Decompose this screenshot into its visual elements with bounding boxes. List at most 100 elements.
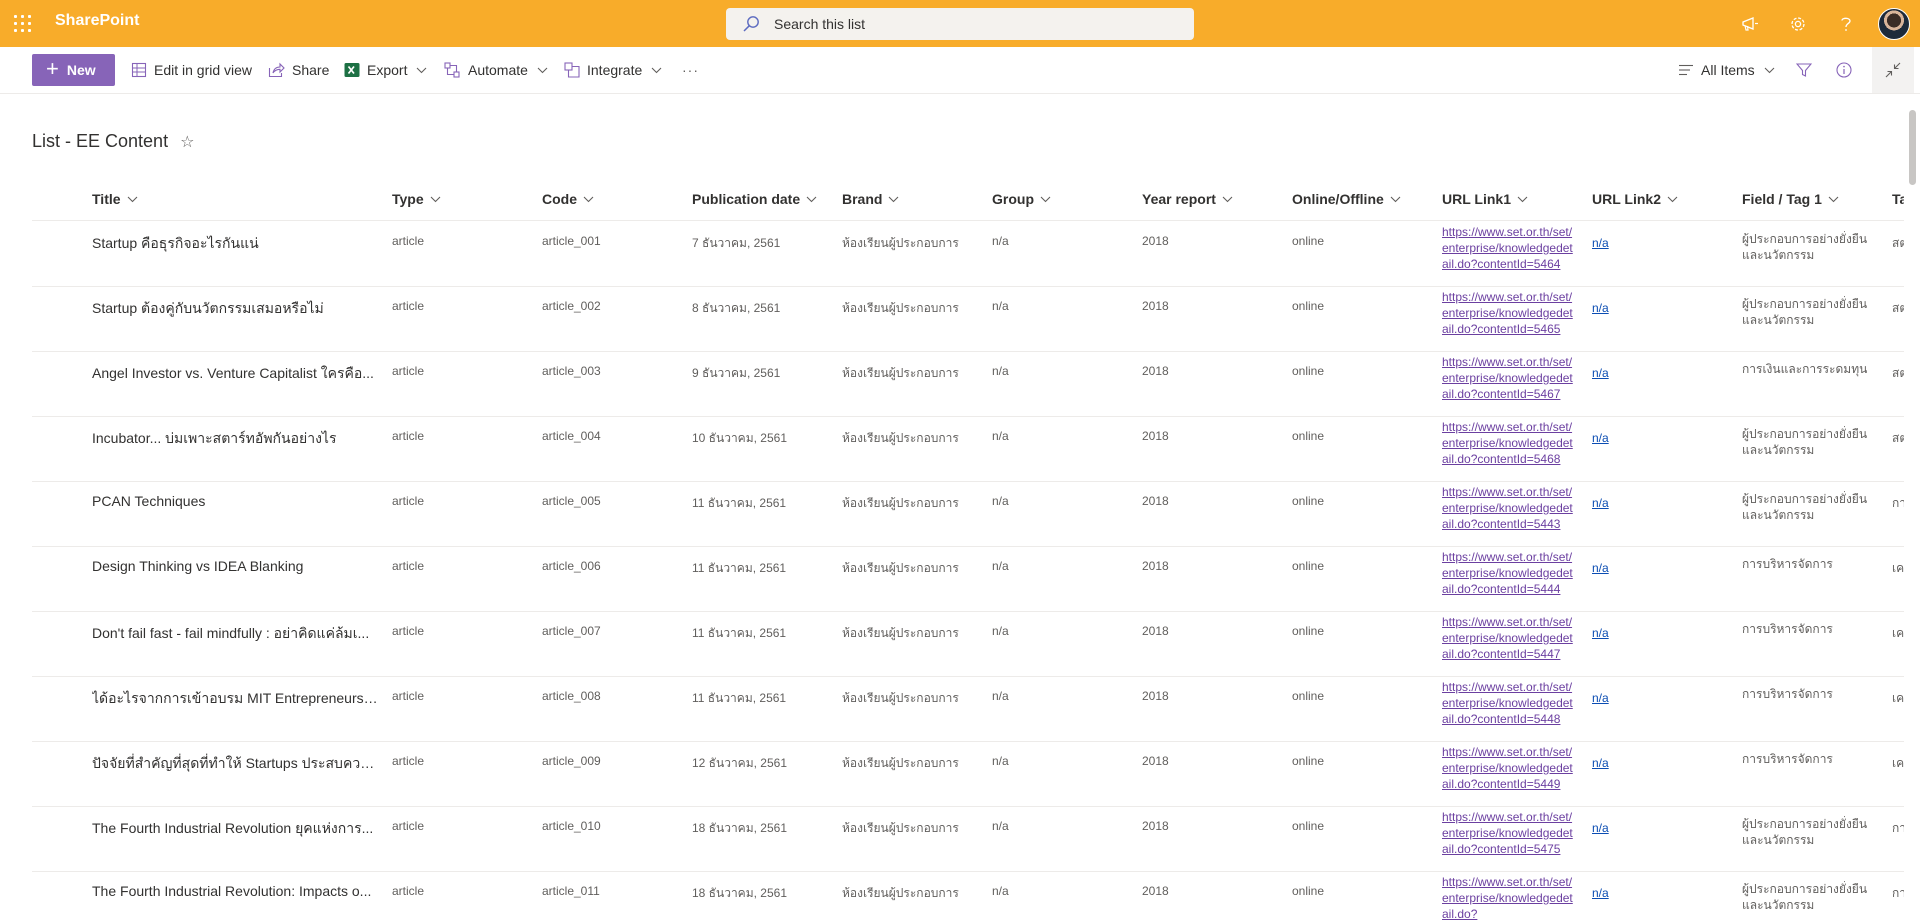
cell-title[interactable]: PCAN Techniques — [92, 493, 378, 509]
cell-group: n/a — [992, 689, 1009, 703]
table-row[interactable]: ปัจจัยที่สำคัญที่สุดที่ทำให้ Startups ปร… — [32, 741, 1904, 807]
column-header-field-tag-1[interactable]: Field / Tag 1 — [1742, 178, 1839, 220]
cell-url-link1[interactable]: https://www.set.or.th/set/enterprise/kno… — [1442, 614, 1576, 662]
cell-url-link2[interactable]: n/a — [1592, 626, 1609, 640]
cell-url-link2[interactable]: n/a — [1592, 366, 1609, 380]
table-row[interactable]: Design Thinking vs IDEA Blanking article a… — [32, 546, 1904, 612]
view-selector[interactable]: All Items — [1678, 54, 1775, 86]
cell-type: article — [392, 494, 425, 508]
integrate-button[interactable]: Integrate — [564, 54, 662, 86]
new-button[interactable]: + New — [32, 54, 115, 86]
chevron-down-icon — [1828, 196, 1839, 203]
cell-online-offline: online — [1292, 234, 1325, 248]
cell-url-link1[interactable]: https://www.set.or.th/set/enterprise/kno… — [1442, 874, 1576, 920]
column-header-year-report[interactable]: Year report — [1142, 178, 1233, 220]
cell-url-link2[interactable]: n/a — [1592, 496, 1609, 510]
list-view-icon — [1678, 64, 1694, 76]
column-header-title[interactable]: Title — [92, 178, 138, 220]
more-commands-button[interactable]: ··· — [682, 54, 699, 86]
search-box[interactable]: Search this list — [726, 8, 1194, 40]
column-header-url-link1[interactable]: URL Link1 — [1442, 178, 1528, 220]
cell-url-link1[interactable]: https://www.set.or.th/set/enterprise/kno… — [1442, 224, 1576, 272]
cell-url-link2[interactable]: n/a — [1592, 561, 1609, 575]
column-header-row: Title Type Code Publication date Brand Group Y… — [32, 178, 1904, 221]
cell-type: article — [392, 754, 425, 768]
table-row[interactable]: Incubator... บ่มเพาะสตาร์ทอัพกันอย่างไร a… — [32, 416, 1904, 482]
cell-url-link2[interactable]: n/a — [1592, 821, 1609, 835]
column-header-type[interactable]: Type — [392, 178, 441, 220]
cell-tag2: เค — [1892, 691, 1904, 705]
column-header-url-link2[interactable]: URL Link2 — [1592, 178, 1678, 220]
cell-field-tag1: การบริหารจัดการ — [1742, 622, 1833, 636]
column-header-publication-date[interactable]: Publication date — [692, 178, 817, 220]
help-icon[interactable] — [1822, 0, 1870, 47]
cell-publication-date: 18 ธันวาคม, 2561 — [692, 886, 787, 900]
filter-icon[interactable] — [1796, 54, 1812, 86]
app-launcher-icon[interactable] — [12, 13, 34, 35]
cell-brand: ห้องเรียนผู้ประกอบการ — [842, 366, 959, 380]
cell-url-link2[interactable]: n/a — [1592, 691, 1609, 705]
gear-icon[interactable] — [1774, 0, 1822, 47]
table-row[interactable]: Don't fail fast - fail mindfully : อย่าค… — [32, 611, 1904, 677]
cell-brand: ห้องเรียนผู้ประกอบการ — [842, 431, 959, 445]
export-label: Export — [367, 62, 408, 78]
app-name[interactable]: SharePoint — [55, 12, 139, 30]
scrollbar-thumb[interactable] — [1909, 110, 1916, 185]
cell-title[interactable]: Incubator... บ่มเพาะสตาร์ทอัพกันอย่างไร — [92, 428, 378, 450]
column-header-ta[interactable]: Ta — [1892, 178, 1904, 220]
table-row[interactable]: PCAN Techniques article article_005 11 ธันว… — [32, 481, 1904, 547]
table-row[interactable]: Angel Investor vs. Venture Capitalist ใค… — [32, 351, 1904, 417]
cell-field-tag1: ผู้ประกอบการอย่างยั่งยืนและนวัตกรรม — [1742, 817, 1868, 847]
automate-button[interactable]: Automate — [444, 54, 548, 86]
export-button[interactable]: Export — [344, 54, 427, 86]
cell-code: article_001 — [542, 234, 601, 248]
cell-url-link1[interactable]: https://www.set.or.th/set/enterprise/kno… — [1442, 419, 1576, 467]
cell-url-link1[interactable]: https://www.set.or.th/set/enterprise/kno… — [1442, 549, 1576, 597]
avatar[interactable] — [1878, 7, 1910, 40]
column-header-group[interactable]: Group — [992, 178, 1051, 220]
table-row[interactable]: Startup ต้องคู่กับนวัตกรรมเสมอหรือไม่ art… — [32, 286, 1904, 352]
cell-title[interactable]: The Fourth Industrial Revolution: Impact… — [92, 883, 378, 899]
table-row[interactable]: Startup คือธุรกิจอะไรกันแน่ article articl… — [32, 221, 1904, 287]
column-header-online-offline[interactable]: Online/Offline — [1292, 178, 1401, 220]
cell-title[interactable]: ได้อะไรจากการเข้าอบรม MIT Entrepreneursh… — [92, 688, 378, 710]
cell-field-tag1: ผู้ประกอบการอย่างยั่งยืนและนวัตกรรม — [1742, 492, 1868, 522]
vertical-scrollbar[interactable] — [1906, 110, 1918, 920]
cell-url-link2[interactable]: n/a — [1592, 886, 1609, 900]
column-header-brand[interactable]: Brand — [842, 178, 899, 220]
cell-title[interactable]: Don't fail fast - fail mindfully : อย่าค… — [92, 623, 378, 645]
cell-url-link2[interactable]: n/a — [1592, 236, 1609, 250]
cell-url-link1[interactable]: https://www.set.or.th/set/enterprise/kno… — [1442, 744, 1576, 792]
cell-code: article_006 — [542, 559, 601, 573]
cell-title[interactable]: Angel Investor vs. Venture Capitalist ใค… — [92, 363, 378, 385]
table-row[interactable]: The Fourth Industrial Revolution ยุคแห่ง… — [32, 806, 1904, 872]
suite-icons — [1726, 0, 1920, 47]
cell-title[interactable]: Design Thinking vs IDEA Blanking — [92, 558, 378, 574]
cell-title[interactable]: Startup ต้องคู่กับนวัตกรรมเสมอหรือไม่ — [92, 298, 378, 320]
table-row[interactable]: ได้อะไรจากการเข้าอบรม MIT Entrepreneursh… — [32, 676, 1904, 742]
cell-online-offline: online — [1292, 819, 1325, 833]
share-button[interactable]: Share — [268, 54, 329, 86]
cell-title[interactable]: Startup คือธุรกิจอะไรกันแน่ — [92, 233, 378, 255]
cell-url-link1[interactable]: https://www.set.or.th/set/enterprise/kno… — [1442, 354, 1576, 402]
collapse-icon[interactable] — [1872, 47, 1914, 93]
edit-grid-view-button[interactable]: Edit in grid view — [131, 54, 252, 86]
cell-brand: ห้องเรียนผู้ประกอบการ — [842, 301, 959, 315]
star-icon[interactable]: ☆ — [180, 132, 194, 152]
megaphone-icon[interactable] — [1726, 0, 1774, 47]
cell-brand: ห้องเรียนผู้ประกอบการ — [842, 496, 959, 510]
cell-url-link1[interactable]: https://www.set.or.th/set/enterprise/kno… — [1442, 484, 1576, 532]
cell-title[interactable]: The Fourth Industrial Revolution ยุคแห่ง… — [92, 818, 378, 840]
excel-icon — [344, 62, 360, 78]
cell-url-link1[interactable]: https://www.set.or.th/set/enterprise/kno… — [1442, 809, 1576, 857]
cell-url-link2[interactable]: n/a — [1592, 301, 1609, 315]
cell-url-link1[interactable]: https://www.set.or.th/set/enterprise/kno… — [1442, 289, 1576, 337]
cell-title[interactable]: ปัจจัยที่สำคัญที่สุดที่ทำให้ Startups ปร… — [92, 753, 378, 775]
cell-url-link2[interactable]: n/a — [1592, 431, 1609, 445]
grid-icon — [131, 62, 147, 78]
column-header-code[interactable]: Code — [542, 178, 594, 220]
table-row[interactable]: The Fourth Industrial Revolution: Impact… — [32, 871, 1904, 920]
cell-url-link1[interactable]: https://www.set.or.th/set/enterprise/kno… — [1442, 679, 1576, 727]
info-icon[interactable] — [1836, 54, 1852, 86]
cell-url-link2[interactable]: n/a — [1592, 756, 1609, 770]
